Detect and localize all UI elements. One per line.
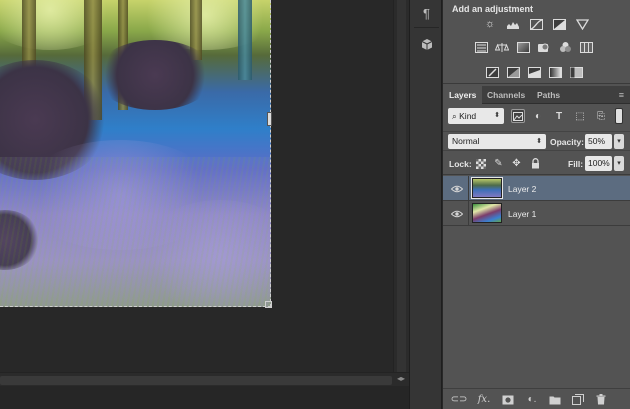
channel-mixer-icon[interactable] [558,41,572,53]
filter-kind-select[interactable]: ⌕ Kind ⬍ [448,108,504,124]
color-lookup-icon[interactable] [579,41,593,53]
link-layers-icon[interactable]: ⊂⊃ [451,393,468,406]
chevron-down-icon: ⬍ [536,138,542,145]
horizontal-scrollbar[interactable]: ◂▸ [0,372,409,386]
tab-channels[interactable]: Channels [481,86,531,104]
layer-row[interactable]: Layer 1 [443,201,630,226]
blend-opacity-row: Normal ⬍ Opacity: 50% ▾ [443,131,630,151]
lock-label: Lock: [449,159,472,169]
layer-list: Layer 2 Layer 1 [443,176,630,385]
fill-label: Fill: [568,159,584,169]
status-bar [0,386,409,409]
layer-name[interactable]: Layer 2 [508,184,536,194]
opacity-field[interactable]: 50% [585,134,612,149]
selective-color-icon[interactable] [569,66,583,78]
transform-handle-right[interactable] [267,112,272,126]
invert-icon[interactable] [485,66,499,78]
new-layer-icon[interactable] [571,393,585,406]
layer-thumbnail [472,203,502,223]
exposure-icon[interactable] [552,18,566,30]
black-white-icon[interactable] [516,41,530,53]
new-group-folder-icon[interactable] [548,393,562,406]
tab-paths[interactable]: Paths [531,86,566,104]
lock-all-icon[interactable] [529,157,542,170]
lock-image-pixels-icon[interactable]: ✎ [492,157,505,170]
filter-smart-objects-icon[interactable]: ⎘ [594,109,608,123]
filter-kind-label: Kind [459,111,477,121]
vertical-scrollbar[interactable] [393,0,409,372]
transform-handle-bottom-right[interactable] [265,301,272,308]
threshold-icon[interactable] [527,66,541,78]
chevron-down-icon: ⬍ [494,112,500,119]
layer-thumbnail [471,177,503,199]
lock-position-icon[interactable]: ✥ [510,157,523,170]
layers-panel: Layers Channels Paths ≡ ⌕ Kind ⬍ ◐ T ⬚ ⎘… [443,86,630,409]
adjustments-title: Add an adjustment [452,4,534,14]
tab-layers[interactable]: Layers [443,86,483,104]
canvas-image[interactable] [0,0,271,307]
vertical-scroll-thumb[interactable] [397,0,406,372]
opacity-label: Opacity: [550,137,585,147]
3d-cube-icon[interactable] [414,33,439,55]
gradient-map-icon[interactable] [548,66,562,78]
horizontal-scroll-thumb[interactable] [0,376,392,385]
curves-icon[interactable] [529,18,543,30]
document-canvas-area[interactable]: ◂▸ [0,0,409,409]
blend-mode-select[interactable]: Normal ⬍ [448,134,546,149]
scroll-arrows-icon[interactable]: ◂▸ [397,374,405,383]
lock-transparent-pixels-icon[interactable] [474,157,487,170]
levels-icon[interactable] [506,18,520,30]
layer-style-fx-icon[interactable]: fx. [477,393,491,406]
posterize-icon[interactable] [506,66,520,78]
delete-layer-trash-icon[interactable] [594,393,608,406]
adjustments-panel: Add an adjustment ☼ [443,0,630,84]
vibrance-icon[interactable] [474,41,488,53]
layer-row[interactable]: Layer 2 [443,176,630,201]
filter-shape-layers-icon[interactable]: ⬚ [573,109,587,123]
add-mask-icon[interactable] [501,393,515,406]
filter-type-layers-icon[interactable]: T [552,109,566,123]
panel-tab-bar: Layers Channels Paths ≡ [443,86,630,104]
search-icon: ⌕ [452,111,457,121]
gradient-triangle-icon[interactable] [575,18,589,30]
fill-dropdown-icon[interactable]: ▾ [614,156,624,171]
paragraph-icon[interactable]: ¶ [414,2,439,24]
layers-footer-toolbar: ⊂⊃ fx. ◐. [443,388,630,409]
brightness-contrast-icon[interactable]: ☼ [483,18,497,30]
layer-name[interactable]: Layer 1 [508,209,536,219]
visibility-eye-icon[interactable] [450,208,464,219]
photo-filter-icon[interactable] [537,41,551,53]
filter-adjustment-layers-icon[interactable]: ◐ [531,109,545,123]
panel-menu-icon[interactable]: ≡ [619,90,624,100]
lock-fill-row: Lock: ✎ ✥ Fill: 100% ▾ [443,153,630,175]
right-panels: Add an adjustment ☼ Layers Channels Path… [443,0,630,409]
collapsed-panel-dock: ¶ [409,0,442,409]
layer-filter-row: ⌕ Kind ⬍ ◐ T ⬚ ⎘ [443,106,630,128]
fill-field[interactable]: 100% [585,156,612,171]
filter-toggle-switch[interactable] [615,108,623,124]
visibility-eye-icon[interactable] [450,183,464,194]
opacity-dropdown-icon[interactable]: ▾ [614,134,624,149]
color-balance-icon[interactable] [495,41,509,53]
new-adjustment-layer-icon[interactable]: ◐. [525,393,539,406]
blend-mode-value: Normal [452,136,480,146]
filter-pixel-layers-icon[interactable] [511,109,525,123]
